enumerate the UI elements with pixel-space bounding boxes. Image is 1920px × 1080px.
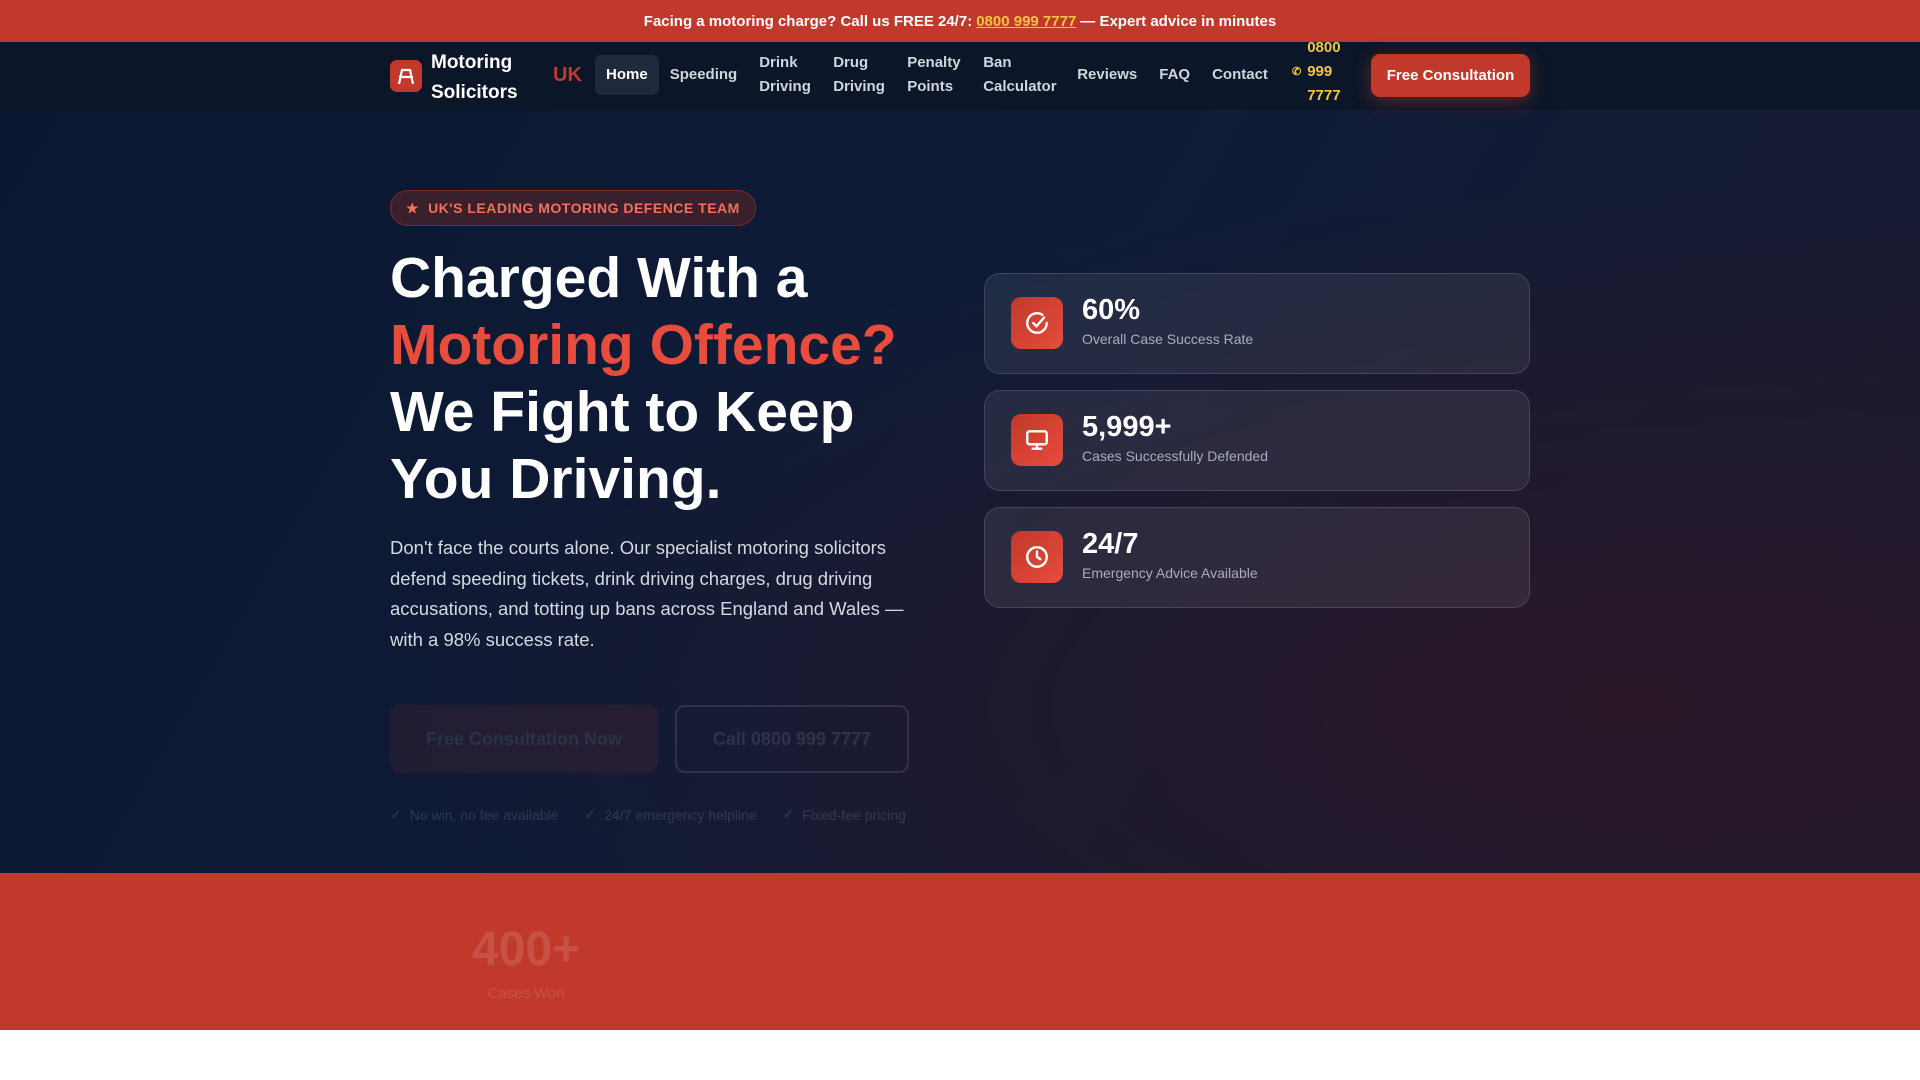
announcement-phone-link[interactable]: 0800 999 7777 <box>976 13 1076 30</box>
hero-badge: ★ UK'S LEADING MOTORING DEFENCE TEAM <box>390 190 756 226</box>
stat-value: 24/7 <box>1082 528 1139 560</box>
main-nav: Home Speeding Drink Driving Drug Driving… <box>595 54 1279 95</box>
cases-won-label: Cases Won <box>487 985 565 1002</box>
clock-icon <box>1011 531 1063 583</box>
check-label: No win, no fee available <box>409 806 559 823</box>
nav-drink-driving[interactable]: Drink Driving <box>748 54 822 95</box>
hero-section <box>0 42 1920 873</box>
check-item: ✓ Fixed-fee pricing <box>783 806 906 823</box>
brand-suffix: UK <box>553 64 582 86</box>
nav-phone-number: 0800 999 7777 <box>1307 39 1341 104</box>
stat-value: 5,999+ <box>1082 411 1172 443</box>
monitor-icon <box>1011 414 1063 466</box>
check-label: Fixed-fee pricing <box>802 806 906 823</box>
logo-icon[interactable] <box>390 60 422 92</box>
nav-home[interactable]: Home <box>595 55 659 95</box>
check-item: ✓ 24/7 emergency helpline <box>584 806 756 823</box>
stat-label: Overall Case Success Rate <box>1082 331 1254 347</box>
stat-card-cases-defended: 5,999+ Cases Successfully Defended <box>984 390 1530 491</box>
free-consultation-button[interactable]: Free Consultation <box>1371 54 1530 97</box>
star-icon: ★ <box>406 199 420 216</box>
hero-title: Charged With a Motoring Offence? We Figh… <box>390 245 950 513</box>
nav-contact[interactable]: Contact <box>1201 55 1279 95</box>
phone-icon: ✆ <box>1292 66 1302 78</box>
nav-ban-calculator[interactable]: Ban Calculator <box>972 54 1066 95</box>
hero-description: Don't face the courts alone. Our special… <box>390 537 904 650</box>
nav-phone-link[interactable]: ✆ 0800 999 7777 <box>1292 36 1347 108</box>
title-line-2: We Fight to Keep You Driving. <box>390 380 855 511</box>
check-label: 24/7 emergency helpline <box>604 806 757 823</box>
stat-label: Emergency Advice Available <box>1082 565 1258 581</box>
announcement-bar: Facing a motoring charge? Call us FREE 2… <box>0 0 1920 42</box>
nav-speeding[interactable]: Speeding <box>659 55 749 95</box>
check-circle-icon <box>1011 297 1063 349</box>
nav-reviews[interactable]: Reviews <box>1066 55 1148 95</box>
check-icon: ✓ <box>782 806 795 822</box>
call-button[interactable]: Call 0800 999 7777 <box>675 705 909 773</box>
check-icon: ✓ <box>584 806 597 822</box>
check-icon: ✓ <box>390 806 402 822</box>
stat-card-success-rate: 60% Overall Case Success Rate <box>984 273 1530 374</box>
stats-band <box>0 873 1920 1030</box>
announcement-text: Facing a motoring charge? Call us FREE 2… <box>643 12 973 30</box>
free-consultation-now-button[interactable]: Free Consultation Now <box>390 705 658 773</box>
stat-value: 60% <box>1082 294 1141 326</box>
announcement-text-after: — Expert advice in minutes <box>1080 12 1277 30</box>
stat-card-emergency-advice: 24/7 Emergency Advice Available <box>984 507 1530 608</box>
stat-label: Cases Successfully Defended <box>1082 448 1268 464</box>
check-item: ✓ No win, no fee available <box>390 806 558 823</box>
title-line-1: Charged With a <box>390 246 808 310</box>
hero-checklist: ✓ No win, no fee available ✓ 24/7 emergenc… <box>390 806 906 823</box>
cases-won-value: 400+ <box>471 923 581 976</box>
badge-text: UK'S LEADING MOTORING DEFENCE TEAM <box>428 200 740 216</box>
brand-name[interactable]: Motoring Solicitors <box>431 48 531 108</box>
nav-faq[interactable]: FAQ <box>1148 55 1201 95</box>
title-highlight: Motoring Offence? <box>390 313 897 377</box>
nav-drug-driving[interactable]: Drug Driving <box>822 54 896 95</box>
nav-penalty-points[interactable]: Penalty Points <box>896 54 972 95</box>
